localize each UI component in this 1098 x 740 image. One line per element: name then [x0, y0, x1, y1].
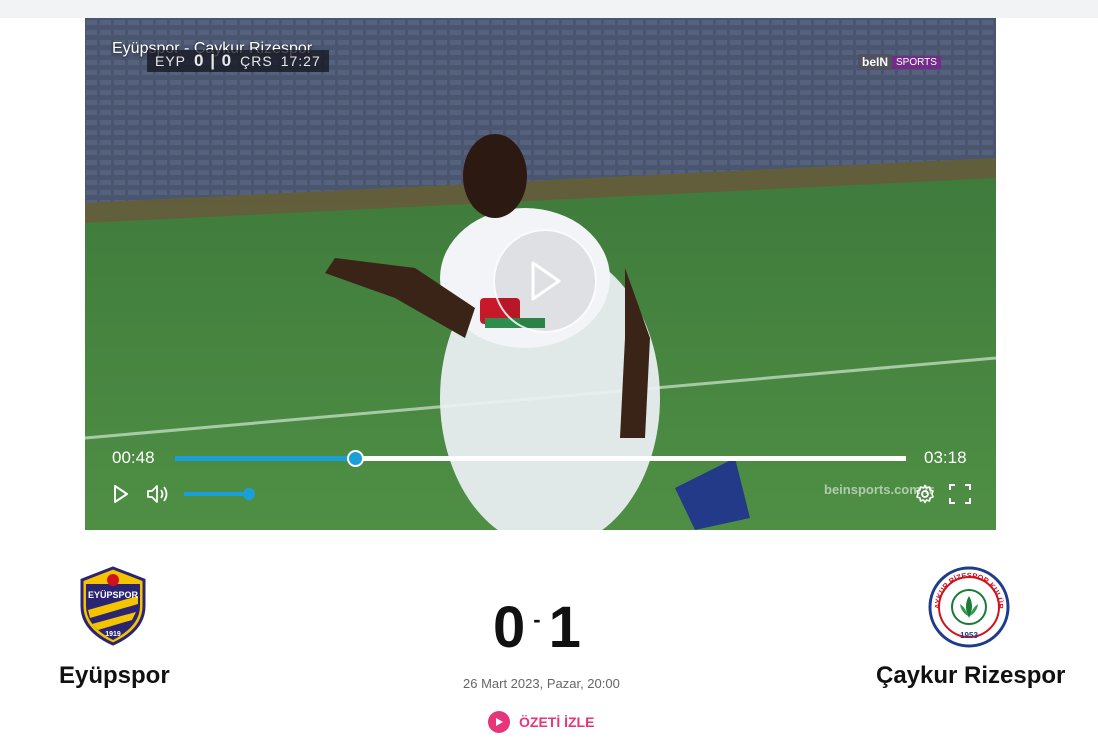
- away-team-name[interactable]: Çaykur Rizespor: [876, 662, 1065, 690]
- seek-bar-fill: [175, 456, 355, 461]
- settings-gear-icon[interactable]: [915, 484, 935, 504]
- volume-slider[interactable]: [184, 488, 255, 500]
- match-datetime: 26 Mart 2023, Pazar, 20:00: [463, 676, 620, 691]
- center-play-button[interactable]: [493, 229, 597, 333]
- play-icon: [531, 261, 561, 301]
- eyupspor-logo-text: EYÜPSPOR: [88, 590, 139, 600]
- away-score: 1: [548, 595, 581, 660]
- scorebug-home: EYP: [155, 53, 187, 69]
- scorebug-score: 0 | 0: [194, 51, 233, 70]
- current-time: 00:48: [112, 448, 155, 467]
- rizespor-logo-year: 1953: [960, 631, 978, 640]
- seek-bar[interactable]: [175, 450, 906, 467]
- video-player[interactable]: Eyüpspor - Çaykur Rizespor EYP 0 | 0 ÇRS…: [85, 18, 996, 530]
- broadcaster-logo: beIN SPORTS: [858, 54, 941, 70]
- rizespor-logo: ÇAYKUR RİZESPOR KULÜBÜ 1953: [928, 566, 1010, 648]
- final-score: 0 - 1: [493, 594, 581, 661]
- play-icon[interactable]: [113, 485, 129, 503]
- broadcaster-brand: beIN: [858, 54, 893, 70]
- home-team-name[interactable]: Eyüpspor: [59, 662, 170, 690]
- top-bar: [0, 0, 1098, 18]
- watch-summary-label: ÖZETİ İZLE: [519, 714, 595, 730]
- scoreboard-overlay: EYP 0 | 0 ÇRS 17:27: [147, 50, 329, 72]
- home-score: 0: [493, 595, 526, 660]
- play-circle-icon: [488, 711, 510, 733]
- match-summary: EYÜPSPOR 1919 ÇAYKUR RİZESPOR KULÜBÜ 195…: [0, 530, 1098, 740]
- seek-bar-handle[interactable]: [346, 450, 364, 467]
- eyupspor-logo: EYÜPSPOR 1919: [80, 566, 146, 646]
- eyupspor-logo-year: 1919: [105, 631, 121, 638]
- broadcaster-channel: SPORTS: [892, 55, 941, 69]
- volume-slider-fill: [184, 492, 249, 496]
- scorebug-clock: 17:27: [280, 53, 321, 69]
- volume-slider-handle[interactable]: [242, 488, 255, 500]
- score-separator: -: [533, 606, 541, 632]
- duration: 03:18: [924, 448, 967, 467]
- scorebug-away: ÇRS: [240, 53, 273, 69]
- watch-summary-button[interactable]: ÖZETİ İZLE: [488, 711, 594, 733]
- fullscreen-icon[interactable]: [949, 484, 971, 504]
- volume-icon[interactable]: [146, 484, 170, 504]
